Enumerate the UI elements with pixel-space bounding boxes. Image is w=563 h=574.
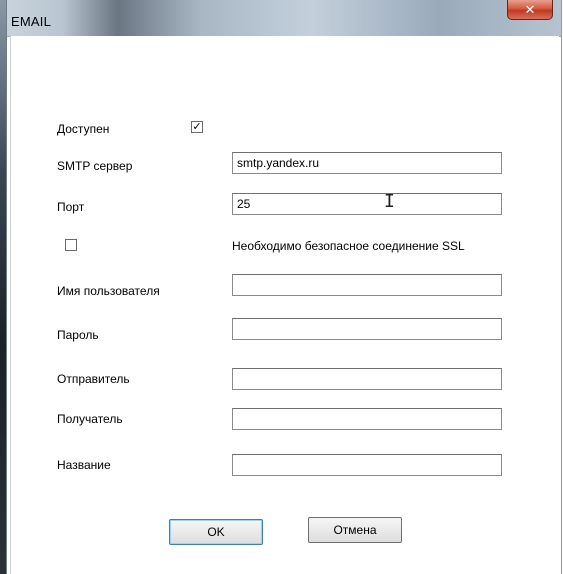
subject-input[interactable] [232,454,502,476]
ok-button[interactable]: OK [169,519,263,545]
recipient-input[interactable] [232,408,502,430]
sender-input[interactable] [232,368,502,390]
port-input[interactable] [232,193,502,215]
close-icon: ✕ [524,2,536,17]
ssl-checkbox[interactable] [65,239,77,251]
dialog-body: Доступен ✓ SMTP сервер Порт Необходимо б… [10,36,559,574]
enabled-checkbox[interactable]: ✓ [191,121,203,133]
enabled-label: Доступен [57,122,110,136]
username-input[interactable] [232,274,502,296]
password-label: Пароль [57,328,99,342]
username-label: Имя пользователя [57,284,160,298]
smtp-server-label: SMTP сервер [57,159,133,173]
subject-label: Название [57,458,111,472]
close-button[interactable]: ✕ [507,0,553,20]
smtp-server-input[interactable] [232,152,502,174]
port-label: Порт [57,200,85,214]
password-input[interactable] [232,318,502,340]
cancel-button[interactable]: Отмена [308,517,402,543]
title-bar[interactable]: EMAIL ✕ [7,0,561,37]
email-dialog: EMAIL ✕ Доступен ✓ SMTP сервер Порт Необ… [6,0,562,574]
window-title: EMAIL [11,14,52,29]
checkmark-icon: ✓ [192,121,202,133]
sender-label: Отправитель [57,372,130,386]
text-cursor-icon: I [384,191,395,212]
recipient-label: Получатель [57,412,123,426]
ssl-label: Необходимо безопасное соединение SSL [232,239,465,253]
